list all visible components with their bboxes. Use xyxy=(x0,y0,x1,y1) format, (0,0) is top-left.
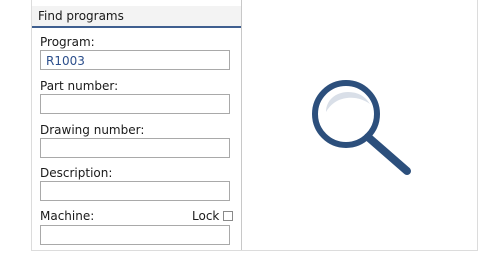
program-input[interactable]: R1003 xyxy=(40,50,230,70)
search-icon xyxy=(312,80,411,175)
lock-label: Lock xyxy=(192,209,220,223)
lock-checkbox-group[interactable]: Lock xyxy=(192,209,234,223)
drawing-number-input[interactable] xyxy=(40,138,230,158)
machine-label: Machine: xyxy=(40,209,95,223)
find-programs-window: Find programs Program: R1003 Part number… xyxy=(31,0,478,251)
panel-title: Find programs xyxy=(38,9,124,23)
part-number-input[interactable] xyxy=(40,94,230,114)
machine-input[interactable] xyxy=(40,225,230,245)
lock-checkbox[interactable] xyxy=(223,211,234,221)
program-label: Program: xyxy=(40,35,95,49)
preview-pane xyxy=(242,0,478,250)
search-form: Find programs Program: R1003 Part number… xyxy=(32,0,241,250)
part-number-label: Part number: xyxy=(40,79,119,93)
drawing-number-label: Drawing number: xyxy=(40,123,145,137)
panel-header: Find programs xyxy=(32,6,241,28)
description-label: Description: xyxy=(40,166,113,180)
description-input[interactable] xyxy=(40,181,230,201)
